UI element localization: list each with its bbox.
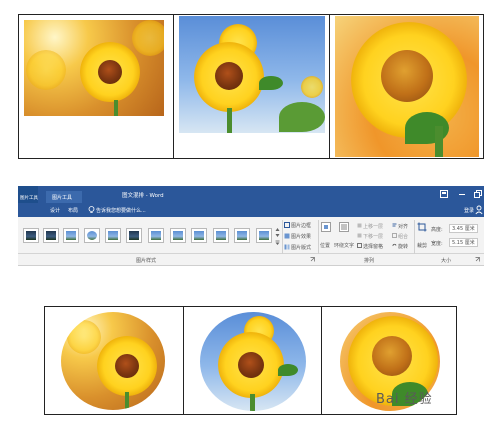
size-group-label: 大小 — [441, 258, 452, 264]
crop-button[interactable]: 裁剪 — [417, 242, 427, 249]
tab-design[interactable]: 设计 — [50, 207, 60, 214]
sunflower-photo-warm[interactable] — [24, 20, 164, 116]
sign-in-link[interactable]: 登录 — [464, 207, 474, 214]
sunflower-photo-sky[interactable] — [179, 16, 325, 133]
picture-style-12[interactable] — [256, 228, 272, 243]
position-button[interactable]: 位置 — [320, 242, 330, 249]
restore-icon[interactable] — [474, 190, 482, 198]
picture-style-8[interactable] — [170, 228, 186, 243]
crop-icon — [417, 222, 427, 232]
wrap-text-button[interactable]: 环绕文字 — [334, 242, 354, 249]
picture-style-6[interactable] — [126, 228, 142, 243]
selection-pane-button[interactable]: 选择窗格 — [363, 243, 383, 250]
dialog-launcher-icon[interactable] — [310, 257, 315, 262]
bring-forward-button[interactable]: 上移一层 — [363, 223, 383, 230]
selection-pane-icon — [357, 243, 362, 248]
arrange-group-label: 排列 — [364, 258, 375, 264]
height-label: 高度: — [431, 227, 443, 233]
width-label: 宽度: — [431, 241, 443, 247]
sunflower-photo-closeup[interactable] — [335, 16, 479, 157]
picture-border-button[interactable]: 图片边框 — [291, 222, 311, 229]
picture-style-1[interactable] — [23, 228, 39, 243]
picture-style-3[interactable] — [63, 228, 79, 243]
picture-style-11[interactable] — [234, 228, 250, 243]
group-button[interactable]: 组合 — [398, 233, 408, 240]
lightbulb-icon — [88, 206, 95, 213]
picture-layout-button[interactable]: 图片版式 — [291, 244, 311, 251]
sunflower-circle-warm[interactable] — [61, 312, 165, 410]
bring-forward-icon — [357, 223, 362, 228]
picture-tools-tab-label: 图片工具 — [52, 195, 73, 201]
word-ribbon: 图文混排 - Word 图片工具 格式 图片工具 设计 布局 告诉我您想要做什么… — [18, 186, 484, 268]
dialog-launcher-icon[interactable] — [475, 257, 480, 262]
tab-layout[interactable]: 布局 — [68, 207, 78, 214]
picture-style-oval[interactable] — [84, 228, 100, 243]
picture-effects-button[interactable]: 图片效果 — [291, 233, 311, 240]
send-backward-icon — [357, 233, 362, 238]
rotate-button[interactable]: 旋转 — [398, 243, 408, 250]
rotate-icon — [392, 243, 397, 247]
position-icon — [321, 222, 331, 232]
top-cell-1 — [19, 15, 173, 158]
sunflower-circle-sky[interactable] — [200, 312, 306, 411]
align-icon — [392, 223, 397, 227]
send-backward-button[interactable]: 下移一层 — [363, 233, 383, 240]
user-icon[interactable] — [475, 205, 483, 215]
picture-tools-tab[interactable]: 图片工具 — [46, 191, 82, 203]
tab-row: 设计 布局 告诉我您想要做什么... 登录 — [18, 203, 484, 217]
height-input[interactable]: 3.45 厘米 — [449, 224, 478, 233]
top-image-table — [18, 14, 484, 159]
baidu-jingyan-watermark: Bai 经验 — [376, 392, 433, 407]
picture-style-10[interactable] — [213, 228, 229, 243]
picture-style-7[interactable] — [148, 228, 164, 243]
document-title: 图文混排 - Word — [122, 193, 164, 199]
styles-scroll-icon[interactable] — [275, 226, 280, 246]
picture-tools-label: 图片工具 — [20, 196, 38, 201]
group-icon — [392, 233, 397, 238]
top-cell-2 — [173, 15, 329, 158]
bottom-cell-2 — [183, 307, 321, 414]
picture-style-5[interactable] — [105, 228, 121, 243]
group-label-row: 图片样式 排列 大小 — [18, 254, 484, 266]
picture-effects-icon — [284, 233, 290, 239]
bottom-cell-1 — [45, 307, 183, 414]
picture-style-2[interactable] — [43, 228, 59, 243]
ribbon-display-icon[interactable] — [440, 190, 448, 198]
picture-border-icon — [284, 222, 290, 228]
align-button[interactable]: 对齐 — [398, 223, 408, 230]
width-input[interactable]: 5.15 厘米 — [449, 238, 478, 247]
minimize-icon[interactable] — [458, 190, 466, 198]
picture-layout-icon — [284, 244, 290, 250]
picture-styles-group-label: 图片样式 — [136, 258, 157, 264]
title-bar: 图文混排 - Word — [18, 186, 484, 203]
wrap-text-icon — [339, 222, 349, 232]
picture-style-9[interactable] — [191, 228, 207, 243]
top-cell-3 — [329, 15, 483, 158]
tell-me-search[interactable]: 告诉我您想要做什么... — [96, 207, 146, 214]
